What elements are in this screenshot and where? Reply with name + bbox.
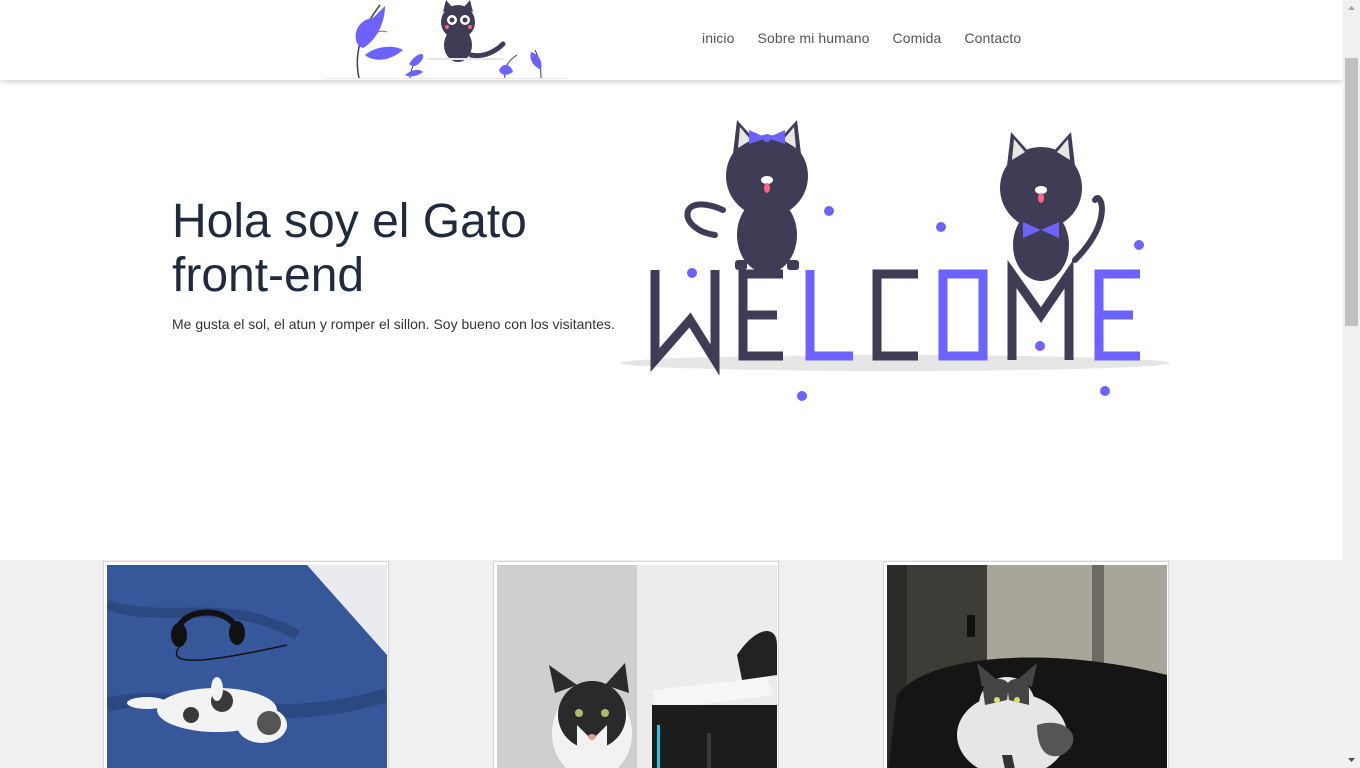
nav-link-comida[interactable]: Comida bbox=[893, 30, 942, 46]
letter-w: W bbox=[615, 110, 616, 111]
nav-link-sobre-mi-humano[interactable]: Sobre mi humano bbox=[758, 30, 870, 46]
photo-gallery bbox=[0, 560, 1343, 768]
nav-link-inicio[interactable]: inicio bbox=[702, 30, 735, 46]
cat-by-desk-photo bbox=[497, 565, 777, 768]
main-nav: inicio Sobre mi humano Comida Contacto bbox=[702, 30, 1044, 46]
scrollbar-thumb[interactable] bbox=[1345, 58, 1358, 326]
page: inicio Sobre mi humano Comida Contacto H… bbox=[0, 0, 1343, 768]
nav-link-contacto[interactable]: Contacto bbox=[964, 30, 1021, 46]
photo-card[interactable] bbox=[493, 561, 779, 768]
photo-card[interactable] bbox=[883, 561, 1169, 768]
cat-on-black-sofa-photo bbox=[887, 565, 1167, 768]
vertical-scrollbar[interactable] bbox=[1343, 0, 1360, 768]
photo-card[interactable] bbox=[103, 561, 389, 768]
scroll-up-arrow-icon[interactable] bbox=[1343, 0, 1360, 17]
site-header: inicio Sobre mi humano Comida Contacto bbox=[0, 0, 1343, 80]
scroll-down-arrow-icon[interactable] bbox=[1343, 751, 1360, 768]
cat-logo-icon[interactable] bbox=[325, 0, 567, 80]
hero-title: Hola soy el Gato front-end bbox=[172, 195, 527, 302]
welcome-cats-illustration: W bbox=[615, 110, 1170, 401]
logo-divider bbox=[325, 78, 567, 79]
cat-on-blue-bed-photo bbox=[107, 565, 387, 768]
hero-subtitle: Me gusta el sol, el atun y romper el sil… bbox=[172, 316, 615, 332]
